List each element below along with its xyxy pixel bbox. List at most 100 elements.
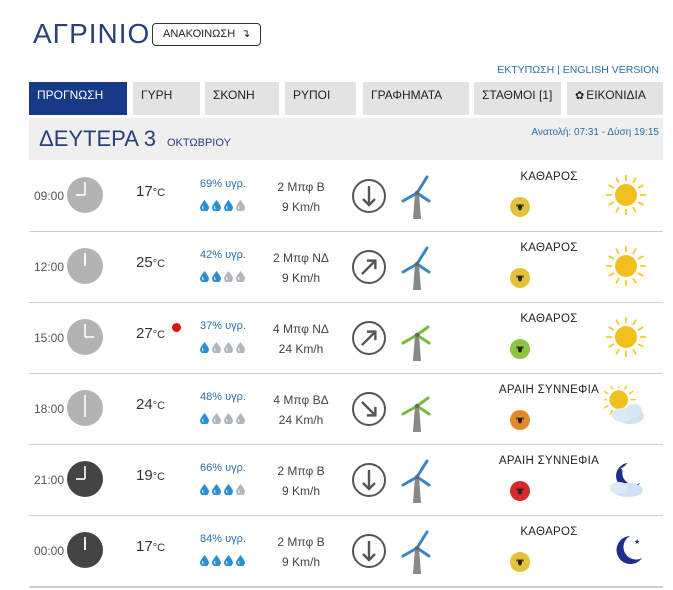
temperature-value: 19 xyxy=(136,467,153,484)
svg-text:★: ★ xyxy=(620,465,626,473)
temperature-unit: °C xyxy=(152,400,166,412)
temperature: 17°C xyxy=(136,183,165,200)
humidity: 42% υγρ. xyxy=(200,249,246,261)
sun-cloud-icon xyxy=(601,382,644,424)
wind-direction xyxy=(351,391,387,427)
wind-speed: 24 Km/h xyxy=(278,342,324,356)
announcement-button[interactable]: ΑΝΑΚΟΙΝΩΣΗ ↴ xyxy=(152,23,262,46)
wind-force: 2 Μπφ ΝΔ xyxy=(273,251,329,265)
humidity-drops xyxy=(200,553,248,571)
humidity-drop-icon xyxy=(200,342,209,353)
row-time: 18:00 xyxy=(34,402,65,416)
wind-turbine-icon xyxy=(401,246,431,290)
wind-turbine xyxy=(399,384,435,434)
humidity-drop-icon xyxy=(200,271,209,282)
temperature: 25°C xyxy=(136,254,165,271)
clock-icon xyxy=(67,319,103,355)
wind-info: 4 Μπφ ΒΔ 24 Km/h xyxy=(259,390,343,430)
wind-turbine-icon xyxy=(401,325,431,361)
day-month: ΟΚΤΩΒΡΙΟΥ xyxy=(167,137,231,149)
wind-direction-arrow-icon xyxy=(352,321,386,355)
risk-indicator xyxy=(510,268,530,288)
city-title: ΑΓΡΙΝΙΟ xyxy=(33,18,151,49)
wind-turbine-icon xyxy=(401,175,431,219)
weather-icon xyxy=(604,173,648,217)
wind-direction-arrow-icon xyxy=(352,392,386,426)
tab-icons-label: ΕΙΚΟΝΙΔΙΑ xyxy=(586,88,646,102)
clock xyxy=(67,461,103,497)
humidity-drop-icon xyxy=(212,342,221,353)
wind-direction-arrow-icon xyxy=(352,179,386,213)
english-version-link[interactable]: ENGLISH VERSION xyxy=(563,64,659,76)
clock xyxy=(67,319,103,355)
svg-text:★: ★ xyxy=(634,538,640,546)
risk-indicator xyxy=(510,552,530,572)
wind-info: 2 Μπφ ΝΔ 9 Km/h xyxy=(259,248,343,288)
wind-turbine-icon xyxy=(401,396,431,432)
wind-force: 4 Μπφ ΒΔ xyxy=(273,393,329,407)
humidity: 69% υγρ. xyxy=(200,178,246,190)
weather-icon xyxy=(601,382,648,430)
tab-pollen[interactable]: ΓΥΡΗ xyxy=(133,82,200,115)
forecast-row: 15:00 27°C 37% υγρ. 4 Μπφ ΝΔ 24 Km/h ΚΑΘΑΡΟ… xyxy=(29,303,663,374)
forecast-row: 12:00 25°C 42% υγρ. 2 Μπφ ΝΔ 9 Km/h ΚΑΘΑΡΟΣ xyxy=(29,232,663,303)
forecast-row: 18:00 24°C 48% υγρ. 4 Μπφ ΒΔ 24 Km/h ΑΡΑΙΗ … xyxy=(29,374,663,445)
temperature-value: 25 xyxy=(136,254,153,271)
tab-forecast[interactable]: ΠΡΟΓΝΩΣΗ xyxy=(29,82,127,115)
humidity-drops xyxy=(200,411,248,429)
humidity-drop-icon xyxy=(200,200,209,211)
wind-info: 2 Μπφ Β 9 Km/h xyxy=(259,177,343,217)
clock-icon xyxy=(67,177,103,213)
day-name: ΔΕΥΤΕΡΑ 3 xyxy=(39,126,157,151)
top-links: ΕΚΤΥΠΩΣΗ | ENGLISH VERSION xyxy=(497,64,659,76)
gear-icon: ✿ xyxy=(575,90,585,102)
temperature: 19°C xyxy=(136,467,165,484)
tab-dust[interactable]: ΣΚΟΝΗ xyxy=(205,82,279,115)
row-time: 09:00 xyxy=(34,189,65,203)
humidity-drop-icon xyxy=(200,413,209,424)
clock-icon xyxy=(67,390,103,426)
clock xyxy=(67,532,103,568)
humidity-drops xyxy=(200,340,248,358)
humidity-drop-icon xyxy=(212,413,221,424)
weather-icon xyxy=(604,244,648,288)
temperature-unit: °C xyxy=(152,329,166,341)
wind-info: 4 Μπφ ΝΔ 24 Km/h xyxy=(259,319,343,359)
temperature-value: 27 xyxy=(136,325,153,342)
humidity-drop-icon xyxy=(224,200,233,211)
moon-icon: ★ xyxy=(616,536,642,564)
forecast-row: 21:00 19°C 66% υγρ. 2 Μπφ Β9 Km/h ΑΡΑΙΗ ΣΥ… xyxy=(29,445,663,516)
sun-icon xyxy=(606,175,646,215)
humidity-drop-icon xyxy=(200,484,209,495)
humidity-drop-icon xyxy=(224,555,233,566)
weather-icon: ★ xyxy=(604,457,648,501)
temperature-unit: °C xyxy=(152,471,166,483)
tab-icons[interactable]: ✿ ΕΙΚΟΝΙΔΙΑ xyxy=(567,82,663,115)
humidity-drop-icon xyxy=(236,555,245,566)
tab-pollutants[interactable]: ΡΥΠΟΙ xyxy=(285,82,356,115)
insect-icon xyxy=(516,559,524,566)
tab-stations[interactable]: ΣΤΑΘΜΟΙ [1] xyxy=(474,82,561,115)
risk-indicator xyxy=(510,339,530,359)
row-time: 21:00 xyxy=(34,473,65,487)
print-link[interactable]: ΕΚΤΥΠΩΣΗ xyxy=(497,64,554,76)
wind-direction xyxy=(351,178,387,214)
humidity: 37% υγρ. xyxy=(200,320,246,332)
moon-cloud-icon: ★ xyxy=(610,463,643,497)
humidity-drop-icon xyxy=(236,200,245,211)
clock xyxy=(67,390,103,426)
wind-direction xyxy=(351,462,387,498)
humidity-drops xyxy=(200,482,248,500)
wind-direction-arrow-icon xyxy=(352,250,386,284)
forecast-row: 09:00 17°C 69% υγρ. 2 Μπφ Β9 Km/h ΚΑΘΑΡΟΣ xyxy=(29,161,663,232)
announcement-label: ΑΝΑΚΟΙΝΩΣΗ xyxy=(163,28,236,40)
tab-charts[interactable]: ΓΡΑΦΗΜΑΤΑ xyxy=(363,82,469,115)
humidity: 48% υγρ. xyxy=(200,391,246,403)
return-arrow-icon: ↴ xyxy=(241,28,251,40)
wind-direction xyxy=(351,320,387,356)
weather-icon xyxy=(604,315,648,359)
tab-bar: ΠΡΟΓΝΩΣΗ ΓΥΡΗ ΣΚΟΝΗ ΡΥΠΟΙ ΓΡΑΦΗΜΑΤΑ ΣΤΑΘ… xyxy=(29,82,663,116)
wind-turbine xyxy=(399,526,435,576)
humidity-drops xyxy=(200,269,248,287)
wind-force: 2 Μπφ Β xyxy=(277,464,325,478)
